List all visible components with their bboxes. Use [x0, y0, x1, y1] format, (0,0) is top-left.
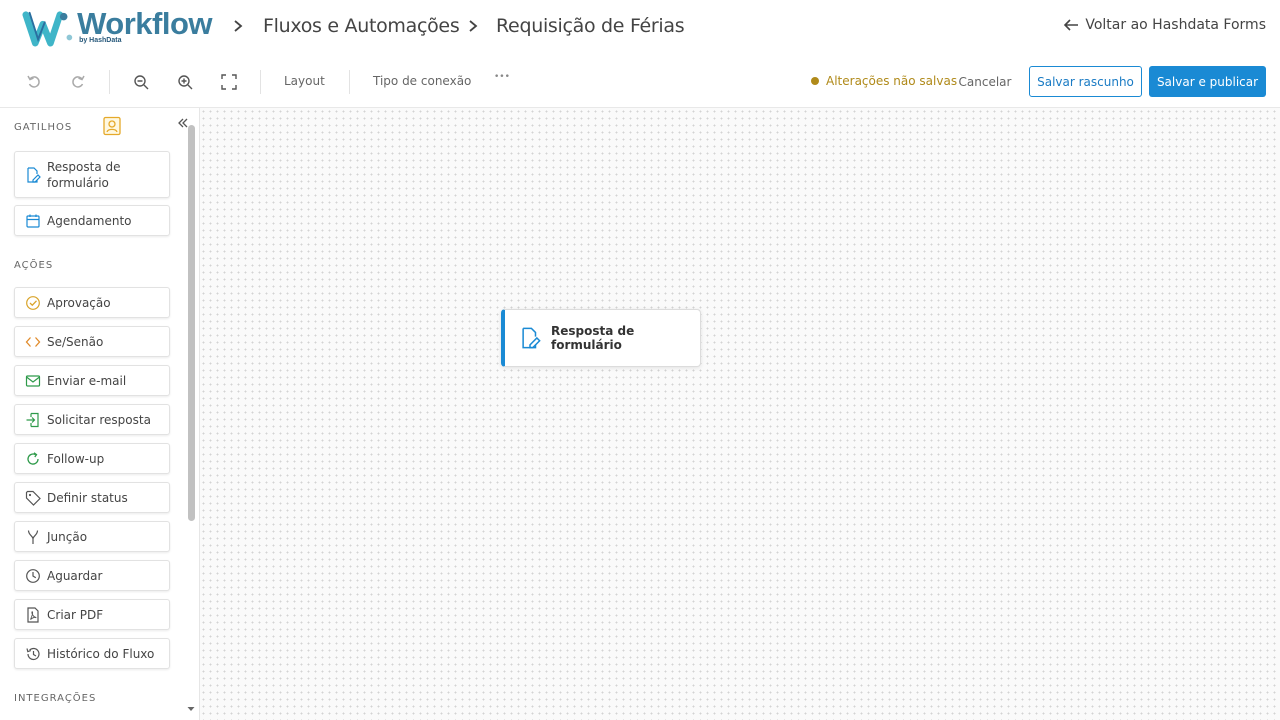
back-to-forms-link[interactable]: Voltar ao Hashdata Forms	[1063, 17, 1266, 33]
tag-icon	[25, 490, 41, 506]
chevron-right-icon	[234, 20, 243, 32]
action-flow-history[interactable]: Histórico do Fluxo	[14, 638, 170, 669]
item-label: Agendamento	[47, 213, 132, 228]
more-options-button[interactable]: •••	[494, 72, 510, 82]
code-brackets-icon	[25, 334, 41, 350]
pdf-icon	[25, 606, 41, 623]
toolbar-divider	[349, 70, 350, 94]
action-join[interactable]: Junção	[14, 521, 170, 552]
zoom-out-icon[interactable]	[131, 72, 151, 92]
item-label: Definir status	[47, 490, 128, 505]
section-title-integrations: INTEGRAÇÕES	[14, 693, 97, 704]
flow-node-form-response[interactable]: Resposta de formulário	[501, 309, 701, 367]
action-if-else[interactable]: Se/Senão	[14, 326, 170, 357]
toolbar-divider	[109, 70, 110, 94]
breadcrumb-flows[interactable]: Fluxos e Automações	[263, 15, 460, 37]
save-publish-button[interactable]: Salvar e publicar	[1149, 66, 1266, 97]
flow-canvas[interactable]: Resposta de formulário	[200, 108, 1280, 720]
chevron-right-icon	[469, 20, 478, 32]
clock-icon	[25, 568, 41, 584]
refresh-icon	[25, 451, 41, 467]
node-palette-sidebar: GATILHOS Resposta de formulário Agendame…	[0, 108, 200, 720]
logo-text: Workflow by HashData	[77, 6, 212, 50]
layout-button[interactable]: Layout	[284, 74, 325, 88]
app-header: Workflow by HashData Fluxos e Automações…	[0, 0, 1280, 55]
zoom-in-icon[interactable]	[175, 72, 195, 92]
contact-card-icon[interactable]	[102, 116, 122, 136]
action-set-status[interactable]: Definir status	[14, 482, 170, 513]
sidebar-scrollbar-thumb[interactable]	[188, 125, 195, 521]
merge-icon	[25, 529, 41, 545]
trigger-schedule[interactable]: Agendamento	[14, 205, 170, 236]
cancel-button[interactable]: Cancelar	[952, 66, 1018, 97]
flow-node-label: Resposta de formulário	[551, 324, 635, 352]
toolbar-divider	[260, 70, 261, 94]
save-draft-button[interactable]: Salvar rascunho	[1029, 66, 1142, 97]
back-link-label: Voltar ao Hashdata Forms	[1085, 17, 1266, 33]
logo-subtitle: by HashData	[79, 37, 122, 44]
action-request-response[interactable]: Solicitar resposta	[14, 404, 170, 435]
redo-icon[interactable]	[68, 72, 88, 92]
workflow-logo-mark-icon	[22, 11, 73, 47]
unsaved-changes-status: Alterações não salvas	[811, 74, 957, 88]
item-label: Aprovação	[47, 295, 111, 310]
form-edit-icon	[25, 166, 41, 183]
undo-icon[interactable]	[24, 72, 44, 92]
item-label: Criar PDF	[47, 607, 104, 622]
item-label: Aguardar	[47, 568, 103, 583]
scroll-down-arrow-icon[interactable]	[186, 705, 196, 713]
connection-type-button[interactable]: Tipo de conexão	[373, 74, 471, 88]
section-title-triggers: GATILHOS	[14, 122, 73, 133]
action-approval[interactable]: Aprovação	[14, 287, 170, 318]
unsaved-label: Alterações não salvas	[826, 74, 958, 88]
item-label: Junção	[47, 529, 88, 544]
action-send-email[interactable]: Enviar e-mail	[14, 365, 170, 396]
form-edit-icon	[519, 327, 541, 349]
check-circle-icon	[25, 295, 41, 311]
status-dot-icon	[811, 77, 819, 85]
action-follow-up[interactable]: Follow-up	[14, 443, 170, 474]
calendar-icon	[25, 213, 41, 229]
item-label: Enviar e-mail	[47, 373, 127, 388]
action-wait[interactable]: Aguardar	[14, 560, 170, 591]
fit-screen-icon[interactable]	[219, 72, 239, 92]
section-title-actions: AÇÕES	[14, 260, 54, 271]
mail-icon	[25, 373, 41, 389]
item-label: Se/Senão	[47, 334, 104, 349]
trigger-form-response[interactable]: Resposta de formulário	[14, 151, 170, 198]
history-icon	[25, 646, 41, 662]
breadcrumb-current: Requisição de Férias	[496, 15, 685, 37]
action-create-pdf[interactable]: Criar PDF	[14, 599, 170, 630]
request-icon	[25, 412, 41, 428]
item-label: Follow-up	[47, 451, 105, 466]
arrow-left-icon	[1064, 19, 1079, 31]
item-label: Solicitar resposta	[47, 412, 151, 427]
editor-toolbar: Layout Tipo de conexão ••• Alterações nã…	[0, 55, 1280, 108]
workflow-logo[interactable]: Workflow by HashData	[22, 6, 212, 50]
item-label: Histórico do Fluxo	[47, 646, 155, 661]
item-label: Resposta de formulário	[47, 159, 121, 190]
